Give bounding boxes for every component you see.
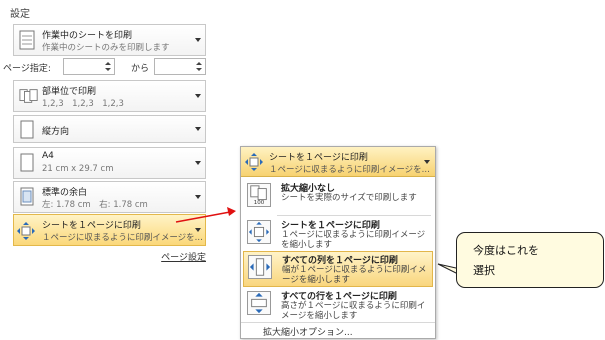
collate-desc: 1,2,3 1,2,3 1,2,3 xyxy=(42,99,124,109)
chevron-down-icon xyxy=(195,38,201,42)
chevron-down-icon xyxy=(195,94,201,98)
page-to-input[interactable] xyxy=(154,58,206,75)
menu-item-fit-columns[interactable]: すべての列を１ページに印刷 幅が１ページに収まるように印刷イメージを縮小します xyxy=(243,251,433,287)
settings-heading: 設定 xyxy=(10,9,30,20)
sheet-icon xyxy=(19,30,35,50)
print-target-label: 作業中のシートを印刷 xyxy=(42,31,133,41)
actual-size-icon: 100 xyxy=(247,183,271,207)
scaling-menu: シートを１ページに印刷 １ページに収まるように印刷イメージを... 100 拡大… xyxy=(240,146,436,339)
collate-dropdown[interactable]: 部単位で印刷 1,2,3 1,2,3 1,2,3 xyxy=(13,80,206,112)
callout-line-1: 今度はこれを xyxy=(473,244,539,257)
fit-to-page-icon xyxy=(17,222,35,240)
header-desc: １ページに収まるように印刷イメージを... xyxy=(269,165,430,175)
scaling-desc: １ページに収まるように印刷イメージを... xyxy=(42,233,203,243)
margins-dropdown[interactable]: 標準の余白 左: 1.78 cm 右: 1.78 cm xyxy=(13,181,206,213)
fit-to-page-icon xyxy=(245,153,263,171)
fit-sheet-icon xyxy=(247,220,271,244)
print-target-dropdown[interactable]: 作業中のシートを印刷 作業中のシートのみを印刷します xyxy=(13,24,206,56)
paper-size-desc: 21 cm x 29.7 cm xyxy=(42,164,114,174)
chevron-down-icon xyxy=(195,161,201,165)
collate-icon xyxy=(19,89,38,103)
margins-desc: 左: 1.78 cm 右: 1.78 cm xyxy=(42,200,148,210)
fit-columns-icon xyxy=(248,255,272,279)
paper-size-label: A4 xyxy=(42,151,54,161)
menu-divider xyxy=(277,215,431,216)
menu-item-fit-sheet[interactable]: シートを１ページに印刷 １ページに収まるように印刷イメージを縮小します xyxy=(243,217,433,251)
chevron-down-icon xyxy=(195,228,201,232)
paper-icon xyxy=(20,153,34,172)
paper-size-dropdown[interactable]: A4 21 cm x 29.7 cm xyxy=(13,147,206,179)
margins-icon xyxy=(20,187,34,206)
scaling-label: シートを１ページに印刷 xyxy=(42,221,141,231)
scaling-dropdown[interactable]: シートを１ページに印刷 １ページに収まるように印刷イメージを... xyxy=(13,214,206,246)
menu-divider xyxy=(241,322,435,323)
pages-label: ページ指定: xyxy=(3,64,51,74)
header-label: シートを１ページに印刷 xyxy=(269,153,368,163)
chevron-down-icon xyxy=(195,127,201,131)
page-setup-link[interactable]: ページ設定 xyxy=(161,250,206,263)
menu-item-desc: １ページに収まるように印刷イメージを縮小します xyxy=(281,230,426,250)
scaling-menu-header[interactable]: シートを１ページに印刷 １ページに収まるように印刷イメージを... xyxy=(241,147,435,177)
orientation-dropdown[interactable]: 縦方向 xyxy=(13,115,206,143)
orientation-label: 縦方向 xyxy=(42,127,70,137)
page-range-row: ページ指定: から xyxy=(3,58,206,76)
collate-label: 部単位で印刷 xyxy=(42,87,97,97)
page-from-input[interactable] xyxy=(63,58,115,75)
spin-down-icon[interactable] xyxy=(196,68,202,71)
menu-item-desc: 高さが１ページに収まるように印刷イメージを縮小します xyxy=(281,301,426,321)
print-target-desc: 作業中のシートのみを印刷します xyxy=(42,43,170,53)
menu-item-fit-rows[interactable]: すべての行を１ページに印刷 高さが１ページに収まるように印刷イメージを縮小します xyxy=(243,288,433,322)
scaling-options-link[interactable]: 拡大縮小オプション... xyxy=(263,325,353,338)
menu-item-desc: シートを実際のサイズで印刷します xyxy=(281,193,417,203)
pointer-arrow-head xyxy=(227,207,236,216)
menu-item-no-scaling[interactable]: 100 拡大縮小なし シートを実際のサイズで印刷します xyxy=(243,180,433,212)
chevron-down-icon xyxy=(424,160,430,164)
spin-up-icon[interactable] xyxy=(196,62,202,65)
annotation-callout: 今度はこれを 選択 xyxy=(456,232,604,288)
margins-label: 標準の余白 xyxy=(42,188,88,198)
chevron-down-icon xyxy=(195,195,201,199)
spin-up-icon[interactable] xyxy=(105,62,111,65)
fit-rows-icon xyxy=(247,291,271,315)
menu-item-desc: 幅が１ページに収まるように印刷イメージを縮小します xyxy=(282,265,427,285)
scale-100-label: 100 xyxy=(254,200,265,206)
callout-line-2: 選択 xyxy=(473,264,495,277)
portrait-page-icon xyxy=(20,120,34,139)
to-label: から xyxy=(131,64,150,74)
spin-down-icon[interactable] xyxy=(105,68,111,71)
print-settings-panel: 設定 作業中のシートを印刷 作業中のシートのみを印刷します ページ指定: から … xyxy=(0,0,212,263)
